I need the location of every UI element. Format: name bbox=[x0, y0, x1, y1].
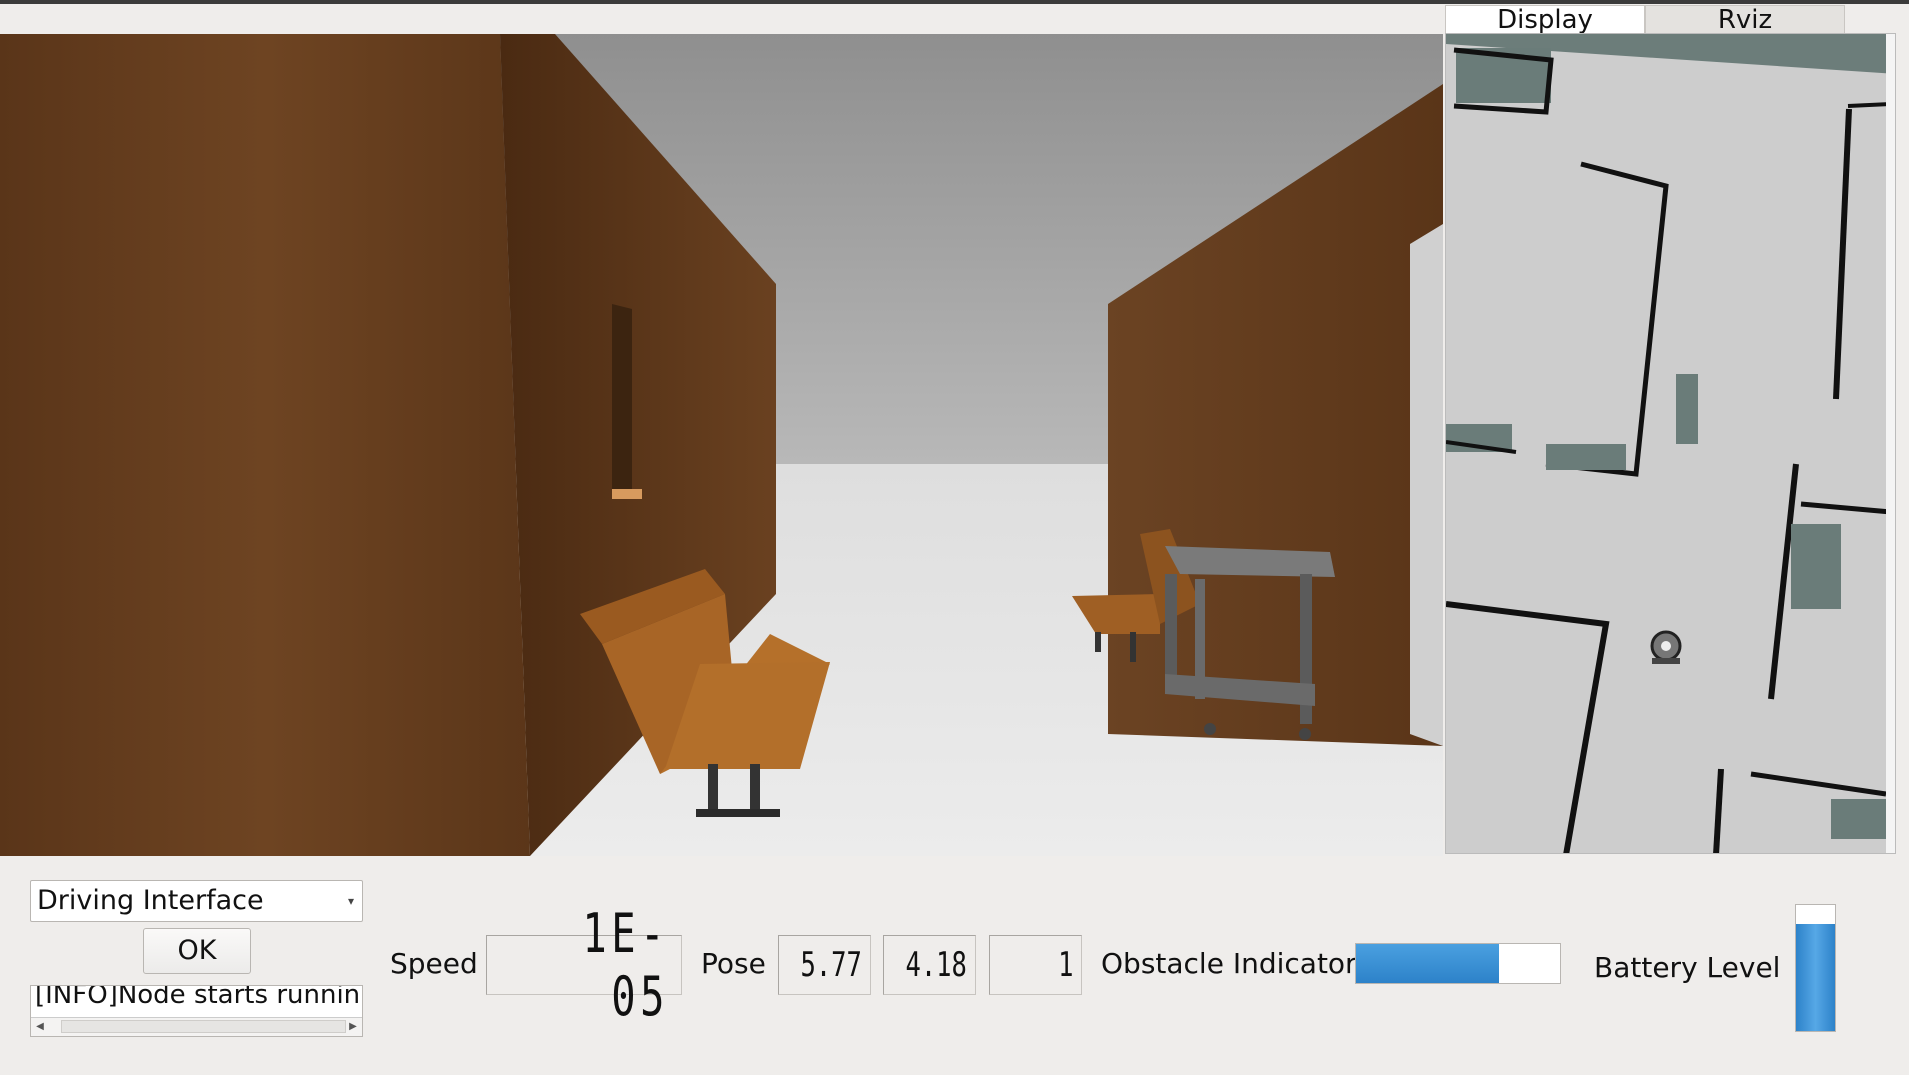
chevron-down-icon: ▾ bbox=[347, 894, 354, 908]
battery-level-fill bbox=[1796, 923, 1835, 1031]
log-output[interactable]: [INFO]Node starts runnin ◀ ▶ bbox=[30, 985, 363, 1037]
speed-value: 1E-05 bbox=[582, 902, 669, 1028]
log-text: [INFO]Node starts runnin bbox=[35, 985, 361, 1010]
robot-marker bbox=[1650, 630, 1682, 664]
obstacle-indicator bbox=[1355, 943, 1561, 984]
occupancy-map[interactable] bbox=[1445, 33, 1896, 854]
battery-label: Battery Level bbox=[1594, 951, 1781, 984]
tab-display[interactable]: Display bbox=[1445, 5, 1645, 34]
pose-theta-display: 1 bbox=[989, 935, 1082, 995]
window-top-border bbox=[0, 0, 1909, 4]
obstacle-label: Obstacle Indicator bbox=[1101, 947, 1357, 980]
pose-theta-value: 1 bbox=[1057, 945, 1073, 985]
obstacle-indicator-fill bbox=[1356, 944, 1499, 983]
ok-button[interactable]: OK bbox=[143, 928, 251, 974]
mode-select[interactable]: Driving Interface ▾ bbox=[30, 880, 363, 922]
mode-select-value: Driving Interface bbox=[37, 885, 264, 916]
scroll-left-icon[interactable]: ◀ bbox=[31, 1018, 49, 1036]
scrollbar-thumb[interactable] bbox=[61, 1020, 346, 1033]
pose-y-value: 4.18 bbox=[905, 945, 967, 985]
tab-rviz[interactable]: Rviz bbox=[1645, 5, 1845, 34]
pose-x-value: 5.77 bbox=[800, 945, 862, 985]
view-tabs: Display Rviz bbox=[1445, 5, 1845, 34]
pose-x-display: 5.77 bbox=[778, 935, 871, 995]
pose-label: Pose bbox=[701, 947, 766, 980]
pose-y-display: 4.18 bbox=[883, 935, 976, 995]
log-horizontal-scrollbar[interactable]: ◀ ▶ bbox=[31, 1017, 362, 1036]
battery-level-bar bbox=[1795, 904, 1836, 1032]
camera-view bbox=[0, 34, 1443, 856]
scroll-right-icon[interactable]: ▶ bbox=[344, 1018, 362, 1036]
speed-label: Speed bbox=[390, 947, 478, 980]
speed-display: 1E-05 bbox=[486, 902, 682, 1028]
